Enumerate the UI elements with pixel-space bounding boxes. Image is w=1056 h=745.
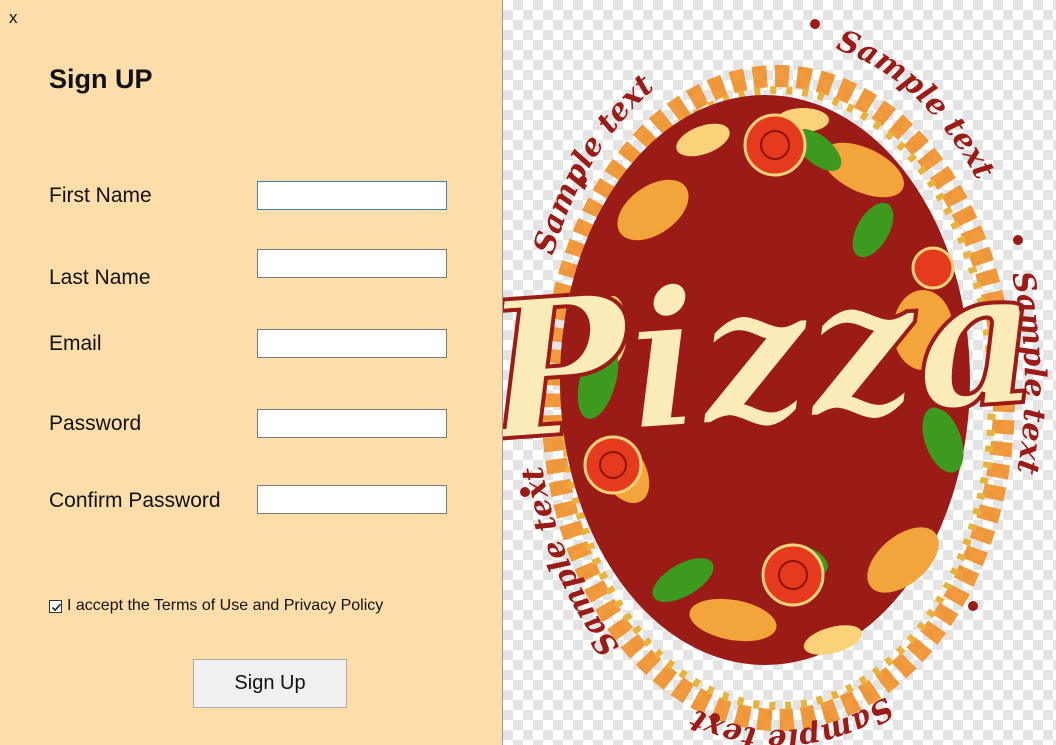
first-name-input[interactable]	[257, 181, 447, 210]
page-title: Sign UP	[49, 64, 153, 94]
password-label: Password	[49, 412, 142, 435]
confirm-password-input[interactable]	[257, 485, 447, 514]
terms-checkbox[interactable]	[49, 599, 62, 613]
password-input[interactable]	[257, 409, 447, 438]
terms-label: I accept the Terms of Use and Privacy Po…	[67, 597, 384, 614]
confirm-password-label: Confirm Password	[49, 489, 221, 512]
last-name-input[interactable]	[257, 249, 447, 278]
terms-row: I accept the Terms of Use and Privacy Po…	[49, 597, 383, 615]
close-button[interactable]: x	[9, 8, 18, 28]
email-input[interactable]	[257, 329, 447, 358]
pizza-logo-image: Pizza Sample text Sample text Sample tex…	[503, 19, 1052, 745]
pizza-logo-text: Pizza	[503, 223, 1046, 484]
first-name-label: First Name	[49, 184, 152, 207]
checkmark-icon	[51, 603, 62, 611]
pizza-image-panel: Pizza Sample text Sample text Sample tex…	[502, 0, 1056, 745]
email-label: Email	[49, 332, 102, 355]
sign-up-button[interactable]: Sign Up	[193, 659, 347, 708]
signup-panel: x Sign UP First Name Last Name Email Pas…	[0, 0, 502, 745]
last-name-label: Last Name	[49, 266, 151, 289]
